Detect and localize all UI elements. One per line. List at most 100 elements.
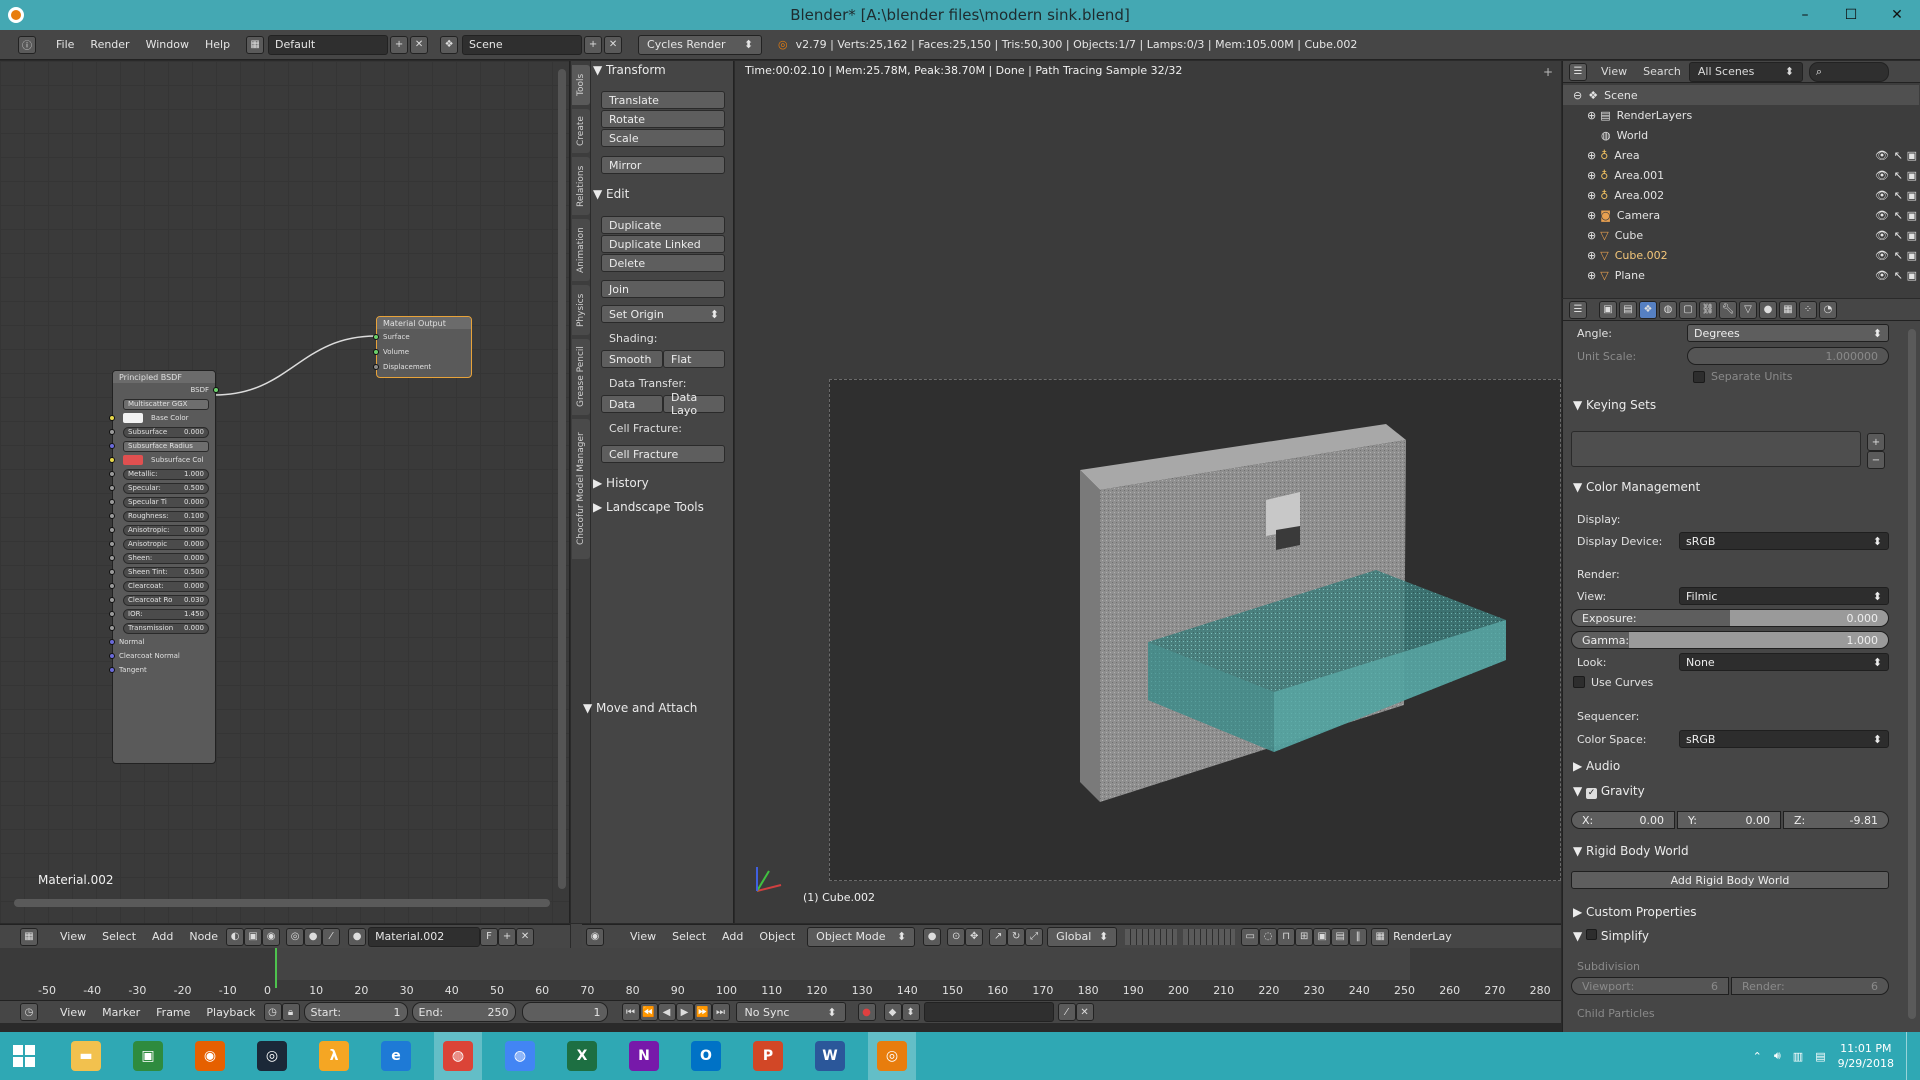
subsurface-color-socket[interactable]	[109, 457, 115, 463]
param-socket[interactable]	[109, 485, 115, 491]
windows-start-button[interactable]	[0, 1032, 48, 1080]
snap-icon[interactable]: ⊓	[1277, 927, 1296, 946]
simplify-panel-header[interactable]: ▼ Simplify	[1573, 929, 1649, 943]
menu-help[interactable]: Help	[197, 35, 238, 55]
tab-physics[interactable]: Physics	[572, 285, 590, 335]
material-tab-icon[interactable]: ●	[1759, 300, 1777, 319]
constraints-tab-icon[interactable]: ⛓	[1699, 300, 1717, 319]
new-material-icon[interactable]: +	[498, 927, 517, 946]
taskbar-firefox-button[interactable]: ◉	[186, 1032, 234, 1080]
jump-start-icon[interactable]: ⏮	[621, 1003, 640, 1021]
particles-tab-icon[interactable]: ⁘	[1799, 300, 1817, 319]
param-socket[interactable]	[109, 527, 115, 533]
surface-socket[interactable]	[373, 333, 379, 340]
translate-manipulator-icon[interactable]: ↗	[989, 927, 1008, 946]
menu-search[interactable]: Search	[1635, 62, 1689, 82]
select-arrow-icon[interactable]: ↖	[1894, 189, 1903, 202]
distribution-dropdown[interactable]: Multiscatter GGX	[123, 398, 209, 410]
visibility-eye-icon[interactable]: 👁︎	[1875, 209, 1889, 222]
duplicate-linked-button[interactable]: Duplicate Linked	[601, 235, 725, 253]
texture-nodes-icon[interactable]: ◉	[262, 927, 281, 946]
menu-render[interactable]: Render	[82, 35, 137, 55]
render-camera-icon[interactable]: ▣	[1907, 169, 1917, 182]
current-frame-field[interactable]: 1	[521, 1002, 608, 1022]
param-slider[interactable]: Metallic: 1.000	[123, 468, 209, 480]
visibility-eye-icon[interactable]: 👁︎	[1875, 229, 1889, 242]
menu-select[interactable]: Select	[94, 927, 144, 947]
timeline-editor-type-icon[interactable]: ◷	[20, 1003, 38, 1021]
param-slider[interactable]: Roughness: 0.100	[123, 510, 209, 522]
gamma-slider[interactable]: Gamma: 1.000	[1571, 631, 1889, 649]
object-tab-icon[interactable]: ▢	[1679, 300, 1697, 319]
menu-view[interactable]: View	[622, 927, 664, 947]
expand-icon[interactable]: ⊕	[1587, 189, 1596, 202]
param-socket[interactable]	[109, 513, 115, 519]
display-mode-dropdown[interactable]: All Scenes ⬍	[1688, 61, 1803, 82]
displacement-socket[interactable]	[373, 363, 379, 370]
join-button[interactable]: Join	[601, 280, 725, 298]
menu-view[interactable]: View	[52, 927, 94, 947]
select-arrow-icon[interactable]: ↖	[1894, 169, 1903, 182]
subsurface-radius-socket[interactable]	[109, 443, 115, 449]
param-socket[interactable]	[109, 555, 115, 561]
tab-chocofur-model-manager[interactable]: Chocofur Model Manager	[572, 419, 590, 559]
fake-user-button[interactable]: F	[480, 927, 499, 946]
material-name-field[interactable]: Material.002	[368, 926, 481, 947]
manipulator-icon[interactable]: ✥	[965, 927, 984, 946]
maximize-button[interactable]: ☐	[1828, 0, 1874, 30]
snap-target-icon[interactable]: ⊞	[1295, 927, 1314, 946]
subsurface-slider[interactable]: Subsurface 0.000	[123, 426, 209, 438]
viewport-expand-icon[interactable]: +	[1543, 65, 1553, 79]
menu-frame[interactable]: Frame	[148, 1002, 198, 1022]
use-curves-checkbox[interactable]	[1573, 676, 1585, 688]
flat-button[interactable]: Flat	[663, 350, 725, 368]
scene-field[interactable]: Scene	[462, 34, 583, 55]
show-desktop-button[interactable]	[1906, 1032, 1912, 1080]
taskbar-chrome-2-button[interactable]: ◍	[496, 1032, 544, 1080]
scene-tab-icon[interactable]: ❖	[1639, 300, 1657, 319]
data-transfer-button[interactable]: Data	[601, 395, 663, 413]
collapse-icon[interactable]: ⊖	[1573, 89, 1582, 102]
bsdf-output-socket[interactable]	[213, 387, 219, 393]
layers-grid-1[interactable]	[1125, 928, 1178, 945]
outliner-row-camera[interactable]: ⊕ ◙ Camera 👁︎ ↖ ▣	[1563, 205, 1919, 225]
mirror-button[interactable]: Mirror	[601, 156, 725, 174]
display-device-dropdown[interactable]: sRGB ⬍	[1679, 532, 1889, 550]
opengl-render-icon[interactable]: ▣	[1313, 927, 1332, 946]
param-socket[interactable]	[109, 499, 115, 505]
object-shader-icon[interactable]: ◎	[286, 927, 305, 946]
base-color-swatch[interactable]	[123, 413, 143, 423]
mode-dropdown[interactable]: Object Mode ⬍	[807, 926, 916, 947]
transform-orientation-dropdown[interactable]: Global ⬍	[1047, 926, 1118, 947]
gravity-x-field[interactable]: X: 0.00	[1571, 811, 1675, 829]
color-space-dropdown[interactable]: sRGB ⬍	[1679, 730, 1889, 748]
visibility-eye-icon[interactable]: 👁︎	[1875, 269, 1889, 282]
close-button[interactable]: ✕	[1874, 0, 1920, 30]
smooth-button[interactable]: Smooth	[601, 350, 663, 368]
scene-icon[interactable]: ❖	[440, 35, 459, 54]
taskbar-half-life-button[interactable]: λ	[310, 1032, 358, 1080]
data-layout-button[interactable]: Data Layo	[663, 391, 725, 417]
scale-button[interactable]: Scale	[601, 129, 725, 147]
keying-set-arrows-icon[interactable]: ⬍	[901, 1003, 920, 1021]
taskbar-blender-button[interactable]: ◎	[868, 1032, 916, 1080]
param-slider[interactable]: Specular Ti 0.000	[123, 496, 209, 508]
taskbar-powerpoint-button[interactable]: P	[744, 1032, 792, 1080]
visibility-eye-icon[interactable]: 👁︎	[1875, 149, 1889, 162]
sync-mode-dropdown[interactable]: No Sync ⬍	[735, 1002, 846, 1022]
layers-grid-2[interactable]	[1183, 928, 1236, 945]
tab-relations[interactable]: Relations	[572, 157, 590, 215]
compositing-nodes-icon[interactable]: ▣	[244, 927, 263, 946]
outliner-editor-type-icon[interactable]: ☰	[1569, 62, 1587, 81]
rotate-manipulator-icon[interactable]: ↻	[1007, 927, 1026, 946]
outliner-row-cube[interactable]: ⊕ ▽ Cube 👁︎ ↖ ▣	[1563, 225, 1919, 245]
taskbar-chrome-button[interactable]: ◍	[434, 1032, 482, 1080]
unit-scale-field[interactable]: 1.000000	[1687, 347, 1889, 365]
proportional-edit-icon[interactable]: ◌	[1259, 927, 1278, 946]
network-icon[interactable]: ▥	[1793, 1050, 1803, 1063]
tab-animation[interactable]: Animation	[572, 219, 590, 281]
taskbar-edge-button[interactable]: e	[372, 1032, 420, 1080]
gravity-z-field[interactable]: Z: -9.81	[1783, 811, 1889, 829]
param-slider[interactable]: Clearcoat: 0.000	[123, 580, 209, 592]
param-slider[interactable]: Anisotropic: 0.000	[123, 524, 209, 536]
